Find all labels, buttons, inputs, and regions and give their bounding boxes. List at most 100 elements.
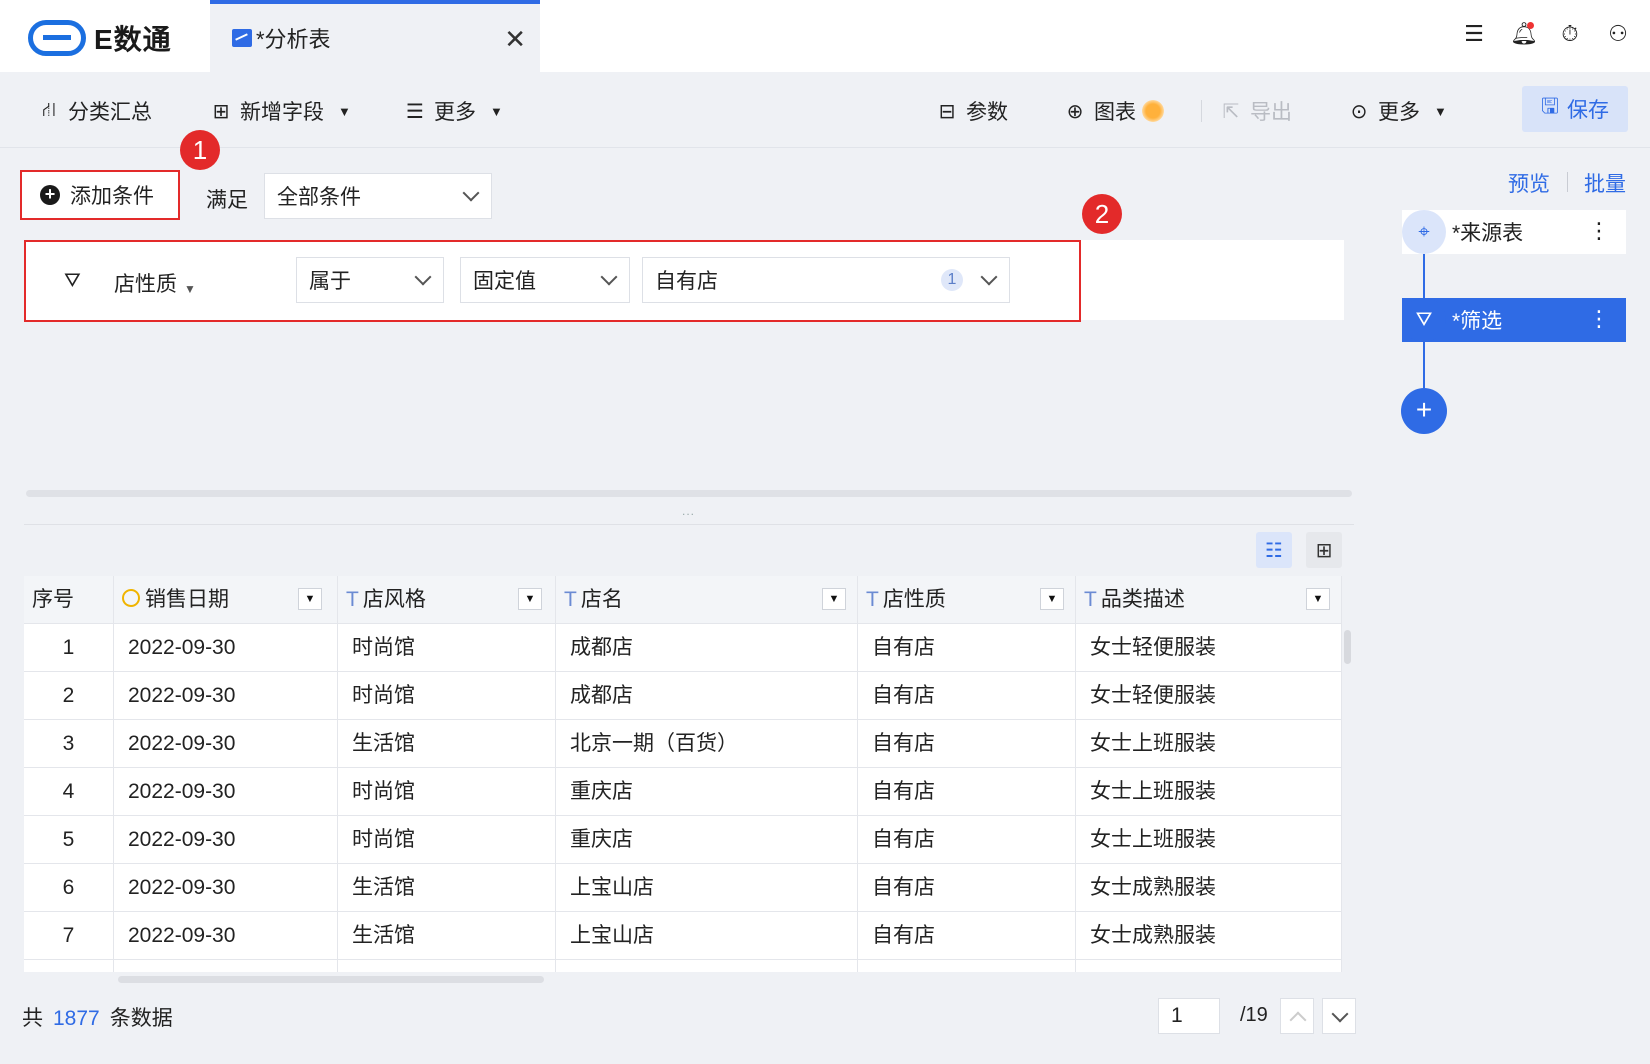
params-button[interactable]: ⊟ 参数 [936, 96, 1008, 126]
column-header[interactable]: 销售日期 ▼ [114, 576, 338, 624]
export-button[interactable]: ⇱ 导出 [1220, 96, 1292, 126]
table-row[interactable]: 5 2022-09-30 时尚馆 重庆店 自有店 女士上班服装 [24, 816, 1342, 864]
column-menu-icon[interactable]: ▼ [1306, 588, 1330, 610]
add-flow-node-button[interactable]: + [1401, 388, 1447, 434]
table-cell[interactable]: 4 [24, 768, 114, 816]
table-horizontal-scrollbar[interactable] [118, 976, 544, 983]
tab-analysis-table[interactable]: *分析表 ✕ [210, 0, 540, 72]
app-logo[interactable]: E数通 [28, 18, 172, 58]
table-cell[interactable]: 7 [24, 912, 114, 960]
table-vertical-scrollbar[interactable] [1344, 630, 1351, 664]
table-cell[interactable]: 女士轻便服装 [1076, 624, 1342, 672]
page-prev-button[interactable] [1280, 998, 1314, 1034]
table-row[interactable]: 1 2022-09-30 时尚馆 成都店 自有店 女士轻便服装 [24, 624, 1342, 672]
table-cell[interactable]: 时尚馆 [338, 816, 556, 864]
group-summary-button[interactable]: ⛙ 分类汇总 [38, 96, 152, 126]
table-cell[interactable]: 女士上班服装 [1076, 768, 1342, 816]
table-cell[interactable]: 自有店 [858, 768, 1076, 816]
table-cell[interactable]: 重庆店 [556, 816, 858, 864]
column-menu-icon[interactable]: ▼ [298, 588, 322, 610]
text-type-icon: T [866, 588, 879, 611]
filter-scrollbar[interactable] [26, 490, 1352, 497]
table-cell[interactable]: 2 [24, 672, 114, 720]
table-row[interactable]: 4 2022-09-30 时尚馆 重庆店 自有店 女士上班服装 [24, 768, 1342, 816]
table-cell[interactable]: 女士成熟服装 [1076, 864, 1342, 912]
table-cell[interactable]: 自有店 [858, 720, 1076, 768]
table-cell[interactable]: 自有店 [858, 912, 1076, 960]
table-cell[interactable]: 2022-09-30 [114, 672, 338, 720]
column-label: 品类描述 [1100, 588, 1185, 611]
save-label: 保存 [1566, 99, 1609, 122]
table-view-icon[interactable]: ☷ [1256, 532, 1292, 568]
add-condition-button[interactable]: + 添加条件 [20, 170, 180, 220]
table-cell[interactable]: 3 [24, 720, 114, 768]
preview-link[interactable]: 预览 [1508, 168, 1550, 198]
kebab-menu-icon[interactable]: ⋮ [1588, 218, 1610, 244]
flow-node-filter[interactable]: ⛛ *筛选 ⋮ [1402, 298, 1626, 342]
column-header[interactable]: 序号 [24, 576, 114, 624]
table-cell[interactable]: 2022-09-30 [114, 816, 338, 864]
table-cell[interactable]: 成都店 [556, 672, 858, 720]
table-cell[interactable]: 2022-09-30 [114, 912, 338, 960]
match-mode-value: 全部条件 [277, 186, 361, 209]
close-tab-icon[interactable]: ✕ [504, 24, 526, 55]
caret-down-icon: ▼ [1434, 103, 1447, 119]
match-mode-select[interactable]: 全部条件 [264, 173, 492, 219]
user-icon[interactable]: ⚇ [1606, 22, 1630, 46]
column-menu-icon[interactable]: ▼ [1040, 588, 1064, 610]
batch-link[interactable]: 批量 [1584, 168, 1626, 198]
table-cell[interactable]: 自有店 [858, 624, 1076, 672]
table-cell[interactable]: 1 [24, 624, 114, 672]
column-header[interactable]: T 店名 ▼ [556, 576, 858, 624]
table-cell[interactable]: 重庆店 [556, 768, 858, 816]
chart-button[interactable]: ⊕ 图表 [1064, 96, 1136, 126]
table-cell[interactable]: 时尚馆 [338, 624, 556, 672]
table-cell[interactable]: 时尚馆 [338, 672, 556, 720]
more-right-button[interactable]: ⊙ 更多 ▼ [1348, 96, 1447, 126]
table-cell[interactable]: 北京一期（百货） [556, 720, 858, 768]
table-cell[interactable]: 女士上班服装 [1076, 720, 1342, 768]
table-row[interactable]: 2 2022-09-30 时尚馆 成都店 自有店 女士轻便服装 [24, 672, 1342, 720]
add-field-button[interactable]: ⊞ 新增字段 ▼ [210, 96, 351, 126]
list-icon[interactable]: ☰ [1462, 22, 1486, 46]
column-menu-icon[interactable]: ▼ [518, 588, 542, 610]
table-cell[interactable]: 上宝山店 [556, 912, 858, 960]
table-cell[interactable]: 2022-09-30 [114, 768, 338, 816]
table-cell[interactable]: 上宝山店 [556, 864, 858, 912]
logo-icon [28, 20, 86, 56]
more-left-button[interactable]: ☰ 更多 ▼ [404, 96, 503, 126]
column-header[interactable]: T 店性质 ▼ [858, 576, 1076, 624]
splitter-handle[interactable]: ... [682, 504, 695, 518]
table-cell[interactable]: 生活馆 [338, 912, 556, 960]
table-cell[interactable]: 生活馆 [338, 864, 556, 912]
column-header[interactable]: T 品类描述 ▼ [1076, 576, 1342, 624]
table-cell[interactable]: 5 [24, 816, 114, 864]
kebab-menu-icon[interactable]: ⋮ [1588, 306, 1610, 332]
table-cell[interactable]: 自有店 [858, 672, 1076, 720]
bell-icon[interactable]: 🔔︎ [1510, 22, 1538, 46]
table-cell[interactable]: 生活馆 [338, 720, 556, 768]
table-cell[interactable]: 6 [24, 864, 114, 912]
table-row[interactable]: 6 2022-09-30 生活馆 上宝山店 自有店 女士成熟服装 [24, 864, 1342, 912]
timer-icon[interactable]: ⏱︎ [1558, 22, 1582, 46]
export-label: 导出 [1250, 101, 1292, 124]
table-cell[interactable]: 2022-09-30 [114, 864, 338, 912]
table-row[interactable]: 3 2022-09-30 生活馆 北京一期（百货） 自有店 女士上班服装 [24, 720, 1342, 768]
table-cell[interactable]: 时尚馆 [338, 768, 556, 816]
table-cell[interactable]: 自有店 [858, 816, 1076, 864]
table-cell[interactable]: 女士成熟服装 [1076, 912, 1342, 960]
table-cell[interactable]: 女士轻便服装 [1076, 672, 1342, 720]
table-cell[interactable]: 女士上班服装 [1076, 816, 1342, 864]
save-button[interactable]: 🖫︎ 保存 [1522, 86, 1628, 132]
table-row[interactable]: 7 2022-09-30 生活馆 上宝山店 自有店 女士成熟服装 [24, 912, 1342, 960]
table-cell[interactable]: 2022-09-30 [114, 624, 338, 672]
table-cell[interactable]: 2022-09-30 [114, 720, 338, 768]
column-header[interactable]: T 店风格 ▼ [338, 576, 556, 624]
page-number-input[interactable]: 1 [1158, 998, 1220, 1034]
table-cell[interactable]: 成都店 [556, 624, 858, 672]
page-next-button[interactable] [1322, 998, 1356, 1034]
flow-node-source[interactable]: ⌖ *来源表 ⋮ [1402, 210, 1626, 254]
column-menu-icon[interactable]: ▼ [822, 588, 846, 610]
card-view-icon[interactable]: ⊞ [1306, 532, 1342, 568]
table-cell[interactable]: 自有店 [858, 864, 1076, 912]
